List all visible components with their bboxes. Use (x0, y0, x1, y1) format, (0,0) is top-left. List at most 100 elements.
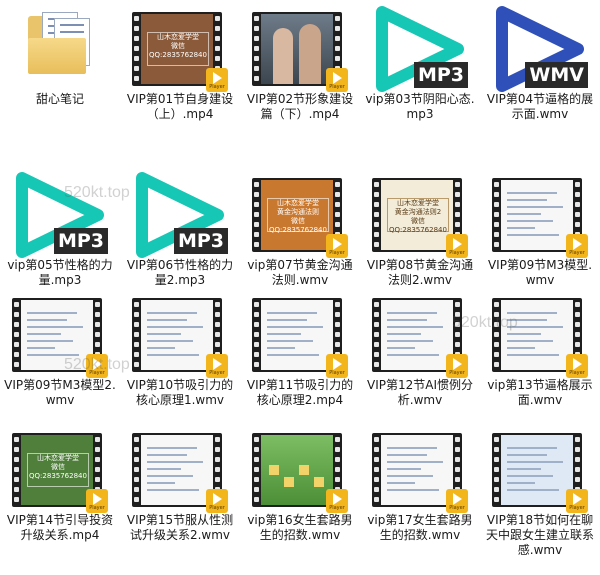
video-frame (501, 180, 573, 250)
mp3-play-icon: MP3 (0, 170, 120, 260)
film-hole (254, 222, 259, 227)
document-line (507, 461, 563, 463)
document-line (507, 312, 557, 314)
film-hole (335, 312, 340, 317)
film-hole (254, 322, 259, 327)
document-line (387, 312, 437, 314)
film-hole (134, 497, 139, 502)
file-item[interactable]: Player vip第17女生套路男生的招数.wmv (360, 425, 480, 575)
plate-text: 山木恋爱学堂 (37, 454, 79, 462)
film-hole (254, 487, 259, 492)
film-hole (215, 322, 220, 327)
file-name: vip第17女生套路男生的招数.wmv (367, 513, 473, 542)
film-hole (215, 312, 220, 317)
film-hole (494, 437, 499, 442)
film-hole (215, 332, 220, 337)
film-hole (215, 457, 220, 462)
file-item[interactable]: Player VIP第09节M3模型2.wmv (0, 290, 120, 440)
document-line (267, 340, 313, 342)
file-item[interactable]: Player VIP第15节服从性测试升级关系2.wmv (120, 425, 240, 575)
film-hole (335, 202, 340, 207)
play-triangle-icon (333, 72, 342, 84)
document-line (387, 333, 421, 335)
film-hole (374, 242, 379, 247)
film-hole (335, 56, 340, 61)
film-hole (335, 302, 340, 307)
document-line (27, 354, 79, 356)
file-item[interactable]: Player vip第13节逼格展示面.wmv (480, 290, 600, 440)
document-line (507, 454, 547, 456)
film-hole (455, 457, 460, 462)
file-item[interactable]: 山木恋爱学堂 微信QQ:2835762840 Player VIP第14节引导投资升级… (0, 425, 120, 575)
file-name: 甜心笔记 (35, 92, 84, 106)
document-line (147, 475, 193, 477)
document-line (267, 333, 301, 335)
document-line (147, 340, 193, 342)
document-line (147, 461, 203, 463)
film-hole (14, 477, 19, 482)
film-hole (215, 302, 220, 307)
file-thumbnail: Player (360, 290, 480, 378)
file-thumbnail: Player (240, 290, 360, 378)
film-hole (134, 322, 139, 327)
file-name: VIP第02节形象建设篇（下）.mp4 (246, 92, 354, 121)
film-hole (455, 447, 460, 452)
file-thumbnail: Player (240, 425, 360, 513)
file-item[interactable]: Player VIP第11节吸引力的核心原理2.mp4 (240, 290, 360, 440)
film-hole (374, 182, 379, 187)
play-triangle-icon (333, 238, 342, 250)
file-item[interactable]: Player VIP第18节如何在聊天中跟女生建立联系感.wmv (480, 425, 600, 575)
film-hole (335, 36, 340, 41)
film-hole (494, 192, 499, 197)
file-item[interactable]: Player vip第16女生套路男生的招数.wmv (240, 425, 360, 575)
file-item[interactable]: Player VIP第10节吸引力的核心原理1.wmv (120, 290, 240, 440)
film-hole (494, 322, 499, 327)
document-line (387, 319, 427, 321)
file-name: VIP第18节如何在聊天中跟女生建立联系感.wmv (485, 513, 594, 557)
document-line (147, 482, 175, 484)
film-hole (494, 457, 499, 462)
document-line (27, 326, 83, 328)
file-thumbnail: Player (360, 425, 480, 513)
file-thumbnail: Player (240, 4, 360, 92)
title-plate: 山木恋爱学堂 黄金沟通法则2 微信QQ:2835762840 (387, 198, 449, 234)
film-hole (455, 222, 460, 227)
document-line (387, 447, 437, 449)
file-thumbnail: 山木恋爱学堂 黄金沟通法则 微信QQ:2835762840 Player (240, 170, 360, 258)
document-line (507, 468, 541, 470)
mp3-play-icon: MP3 (120, 170, 240, 260)
film-hole (254, 16, 259, 21)
document-line (507, 482, 535, 484)
video-frame (381, 435, 453, 505)
player-badge-icon: Player (206, 489, 228, 513)
film-hole (254, 46, 259, 51)
plate-text: 微信QQ:2835762840 (29, 463, 87, 480)
film-hole (335, 332, 340, 337)
film-hole (14, 487, 19, 492)
file-item[interactable]: 山木恋爱学堂 微信QQ:2835762840 Player VIP第01节自身建设（上… (120, 4, 240, 154)
film-hole (254, 202, 259, 207)
video-frame (21, 300, 93, 370)
file-thumbnail: MP3 (120, 170, 240, 258)
file-item[interactable]: MP3 vip第03节阴阳心态.mp3 (360, 4, 480, 154)
game-tile (269, 465, 279, 475)
document-line (387, 326, 443, 328)
badge-text: Player (449, 505, 465, 511)
file-thumbnail: Player (0, 290, 120, 378)
film-hole (254, 192, 259, 197)
document-line (147, 489, 199, 491)
film-hole (14, 342, 19, 347)
file-item[interactable]: Player VIP第02节形象建设篇（下）.mp4 (240, 4, 360, 154)
file-item[interactable]: WMV VIP第04节逼格的展示面.wmv (480, 4, 600, 154)
film-hole (134, 26, 139, 31)
file-name: vip第05节性格的力量.mp3 (7, 258, 113, 287)
file-thumbnail: 山木恋爱学堂 微信QQ:2835762840 Player (0, 425, 120, 513)
text-line (60, 24, 84, 26)
video-frame (501, 435, 573, 505)
file-item[interactable]: 甜心笔记 (0, 4, 120, 154)
play-triangle-icon (453, 493, 462, 505)
file-item[interactable]: Player VIP第12节AI惯例分析.wmv (360, 290, 480, 440)
badge-text: Player (569, 505, 585, 511)
play-triangle-icon (213, 493, 222, 505)
play-triangle-icon (573, 358, 582, 370)
